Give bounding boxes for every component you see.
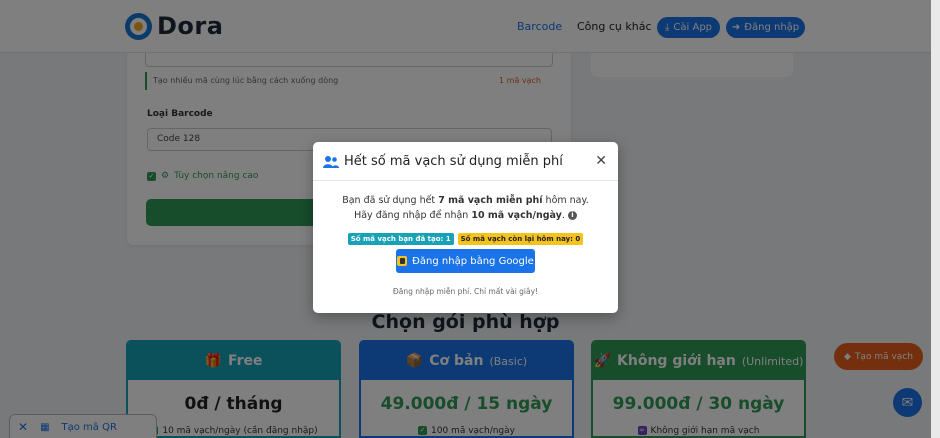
users-icon (323, 155, 339, 168)
usage-text: Bạn đã sử dụng hết (342, 195, 439, 206)
created-count-badge: Số mã vạch bạn đã tạo: 1 (347, 233, 454, 245)
close-icon[interactable]: ✕ (595, 153, 607, 169)
usage-suffix: hôm nay. (542, 195, 589, 206)
login-suffix: . (561, 210, 565, 221)
login-benefit: 10 mã vạch/ngày (471, 210, 562, 221)
google-icon (397, 256, 408, 266)
page-scrollbar[interactable] (931, 0, 940, 438)
free-login-note: Đăng nhập miễn phí. Chỉ mất vài giây! (392, 287, 539, 296)
remaining-count-badge: Số mã vạch còn lại hôm nay: 0 (457, 233, 584, 245)
usage-badges: Số mã vạch bạn đã tạo: 1 Số mã vạch còn … (313, 233, 618, 245)
info-icon[interactable]: i (567, 211, 577, 220)
google-login-button[interactable]: Đăng nhập bằng Google (396, 249, 535, 273)
modal-body: Bạn đã sử dụng hết 7 mã vạch miễn phí hô… (313, 181, 618, 296)
limit-modal: Hết số mã vạch sử dụng miễn phí ✕ Bạn đã… (313, 142, 618, 313)
google-login-label: Đăng nhập bằng Google (412, 255, 534, 267)
usage-count: 7 mã vạch miễn phí (438, 195, 543, 206)
usage-message: Bạn đã sử dụng hết 7 mã vạch miễn phí hô… (313, 193, 618, 208)
login-message: Hãy đăng nhập để nhận 10 mã vạch/ngày. i (313, 208, 618, 223)
login-text: Hãy đăng nhập để nhận (354, 210, 472, 221)
modal-header: Hết số mã vạch sử dụng miễn phí (313, 142, 618, 181)
modal-title: Hết số mã vạch sử dụng miễn phí (344, 153, 563, 169)
